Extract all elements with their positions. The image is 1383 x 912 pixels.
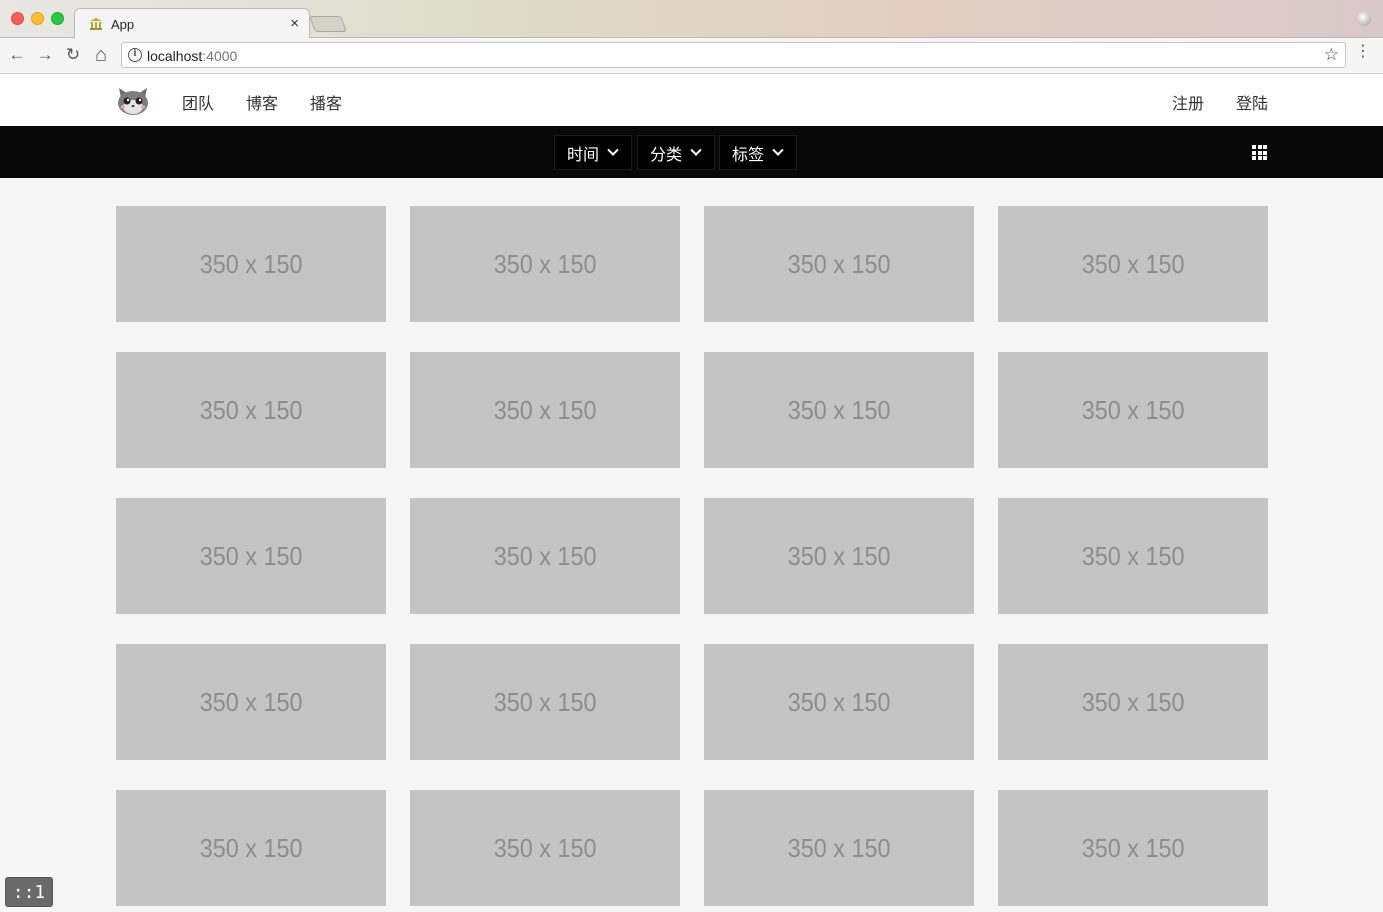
card-label: 350 x 150: [787, 394, 891, 425]
url-port: :4000: [202, 48, 238, 64]
bookmark-star-icon[interactable]: ☆: [1324, 45, 1339, 65]
placeholder-card[interactable]: 350 x 150: [410, 352, 680, 468]
grid-view-icon[interactable]: [1252, 145, 1267, 160]
home-icon[interactable]: ⌂: [90, 44, 112, 66]
card-label: 350 x 150: [493, 540, 597, 571]
browser-titlebar: App ×: [0, 0, 1383, 39]
address-bar[interactable]: i localhost:4000 ☆: [121, 42, 1346, 68]
placeholder-card[interactable]: 350 x 150: [998, 352, 1268, 468]
browser-tab[interactable]: App ×: [74, 8, 310, 39]
placeholder-card[interactable]: 350 x 150: [704, 498, 974, 614]
filter-bar: 时间 分类 标签: [0, 126, 1383, 178]
time-dropdown[interactable]: 时间: [554, 135, 632, 170]
card-label: 350 x 150: [1081, 540, 1185, 571]
placeholder-card[interactable]: 350 x 150: [998, 790, 1268, 906]
placeholder-card[interactable]: 350 x 150: [410, 644, 680, 760]
card-label: 350 x 150: [199, 832, 303, 863]
card-label: 350 x 150: [787, 540, 891, 571]
category-dropdown[interactable]: 分类: [637, 135, 715, 170]
tab-title: App: [111, 17, 135, 32]
card-label: 350 x 150: [1081, 394, 1185, 425]
card-label: 350 x 150: [493, 394, 597, 425]
register-link[interactable]: 注册: [1172, 90, 1204, 114]
placeholder-card[interactable]: 350 x 150: [410, 206, 680, 322]
reload-icon[interactable]: ↻: [62, 44, 84, 66]
bank-icon: [90, 18, 102, 30]
placeholder-card[interactable]: 350 x 150: [704, 206, 974, 322]
placeholder-card[interactable]: 350 x 150: [116, 790, 386, 906]
card-label: 350 x 150: [1081, 832, 1185, 863]
card-grid: 350 x 150 350 x 150 350 x 150 350 x 150 …: [116, 206, 1268, 906]
placeholder-card[interactable]: 350 x 150: [704, 790, 974, 906]
card-label: 350 x 150: [199, 248, 303, 279]
time-dropdown-label: 时间: [567, 146, 600, 164]
tab-close-icon[interactable]: ×: [290, 15, 299, 32]
dev-indicator: ::1: [5, 877, 53, 907]
nav-blog[interactable]: 博客: [246, 90, 278, 114]
url-host: localhost: [147, 48, 203, 64]
card-label: 350 x 150: [493, 686, 597, 717]
new-tab-button[interactable]: [309, 16, 347, 32]
nav-podcast[interactable]: 播客: [310, 90, 342, 114]
placeholder-card[interactable]: 350 x 150: [116, 352, 386, 468]
cat-logo-icon[interactable]: [116, 84, 150, 116]
placeholder-card[interactable]: 350 x 150: [116, 498, 386, 614]
card-label: 350 x 150: [787, 248, 891, 279]
chevron-down-icon: [772, 144, 784, 156]
placeholder-card[interactable]: 350 x 150: [116, 206, 386, 322]
url-text[interactable]: localhost:4000: [147, 48, 237, 64]
chevron-down-icon: [690, 144, 702, 156]
placeholder-card[interactable]: 350 x 150: [410, 498, 680, 614]
profile-icon[interactable]: [1357, 12, 1371, 26]
card-label: 350 x 150: [1081, 248, 1185, 279]
card-label: 350 x 150: [199, 686, 303, 717]
placeholder-card[interactable]: 350 x 150: [998, 498, 1268, 614]
info-icon[interactable]: i: [128, 48, 142, 62]
placeholder-card[interactable]: 350 x 150: [998, 644, 1268, 760]
nav-team[interactable]: 团队: [182, 90, 214, 114]
placeholder-card[interactable]: 350 x 150: [704, 644, 974, 760]
forward-icon[interactable]: →: [34, 44, 56, 66]
card-label: 350 x 150: [493, 832, 597, 863]
placeholder-card[interactable]: 350 x 150: [998, 206, 1268, 322]
browser-menu-icon[interactable]: ⋮: [1355, 44, 1371, 60]
placeholder-card[interactable]: 350 x 150: [410, 790, 680, 906]
window-maximize-button[interactable]: [51, 12, 64, 25]
tags-dropdown-label: 标签: [732, 146, 765, 164]
card-label: 350 x 150: [787, 832, 891, 863]
tags-dropdown[interactable]: 标签: [719, 135, 797, 170]
back-icon[interactable]: ←: [6, 44, 28, 66]
category-dropdown-label: 分类: [650, 146, 683, 164]
browser-toolbar: ← → ↻ ⌂ i localhost:4000 ☆ ⋮: [0, 38, 1383, 74]
card-label: 350 x 150: [1081, 686, 1185, 717]
window-minimize-button[interactable]: [31, 12, 44, 25]
card-label: 350 x 150: [493, 248, 597, 279]
card-label: 350 x 150: [199, 540, 303, 571]
placeholder-card[interactable]: 350 x 150: [704, 352, 974, 468]
window-close-button[interactable]: [11, 12, 24, 25]
login-link[interactable]: 登陆: [1236, 90, 1268, 114]
card-label: 350 x 150: [787, 686, 891, 717]
chevron-down-icon: [607, 144, 619, 156]
app-header: 团队 博客 播客 注册 登陆: [0, 74, 1383, 126]
card-label: 350 x 150: [199, 394, 303, 425]
placeholder-card[interactable]: 350 x 150: [116, 644, 386, 760]
